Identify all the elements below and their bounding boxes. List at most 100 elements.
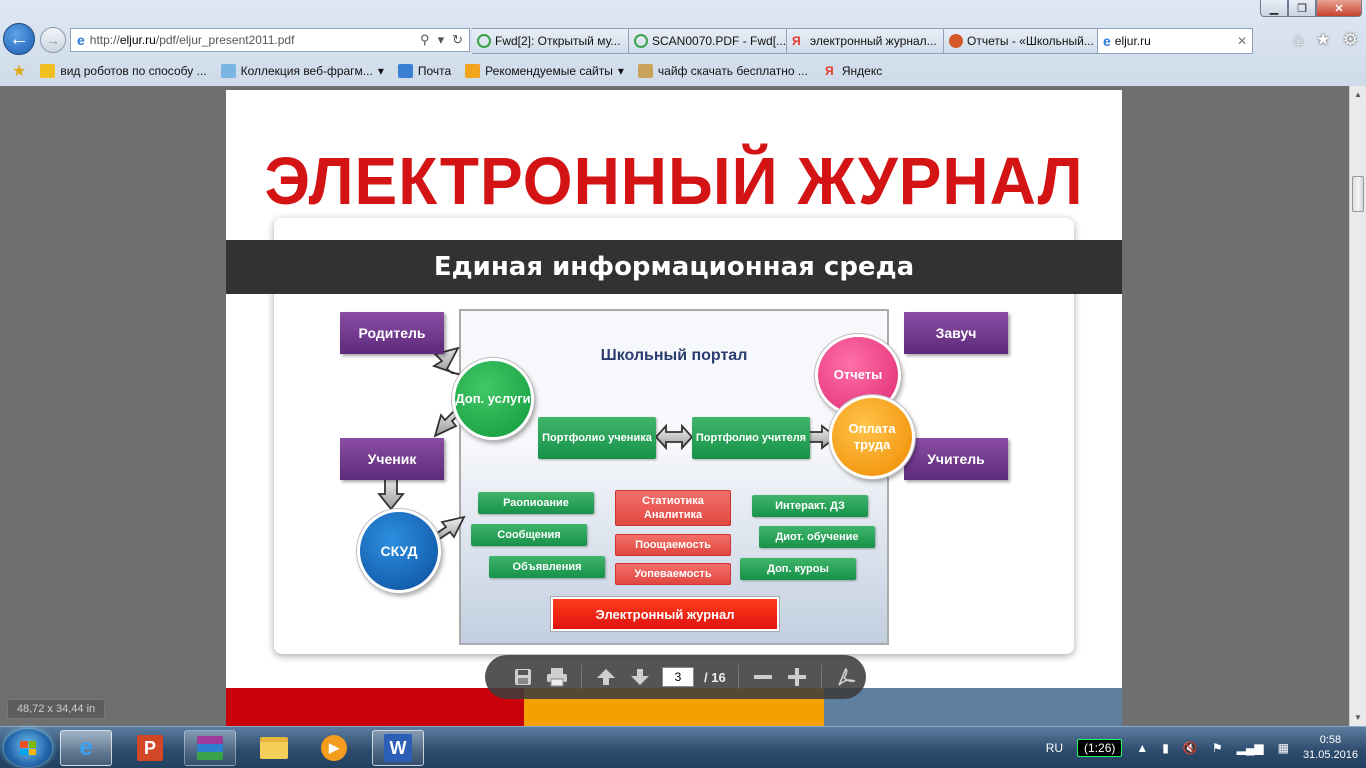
tab-fwd-open[interactable]: Fwd[2]: Открытый му... [472,28,629,54]
folder-icon [260,737,288,759]
clock[interactable]: 0:58 31.05.2016 [1303,733,1358,763]
web-slice-icon [220,64,236,78]
internet-explorer-icon: e [79,734,93,761]
start-button[interactable] [4,729,52,767]
tab-label: электронный журнал... [810,34,937,48]
address-icons: ⚲ ▾ ↻ [420,32,463,48]
fav-item-suggested[interactable]: Рекомендуемые сайты ▾ [465,64,624,78]
restore-button[interactable]: ❐ [1288,0,1316,17]
acrobat-icon[interactable] [834,665,858,689]
winrar-icon [197,736,223,760]
save-icon[interactable] [511,665,535,689]
address-url: http://eljur.ru/pdf/eljur_present2011.pd… [90,33,295,47]
fav-item-mail[interactable]: Почта [397,64,452,78]
bookmark-icon [637,64,653,78]
taskbar: e P ▶ W RU (1:26) ▲ ▮ 🔇 ⚑ ▂▄▆ ▦ 0:58 31.… [0,726,1366,768]
fav-item-chaif[interactable]: чайф скачать бесплатно ... [637,64,808,78]
search-icon[interactable]: ⚲ [420,32,430,48]
tab-eljur-search[interactable]: Я электронный журнал... [787,28,944,54]
tab-strip: Fwd[2]: Открытый му... SCAN0070.PDF - Fw… [472,28,1253,54]
word-icon: W [384,734,412,762]
fav-item-robots[interactable]: вид роботов по способу ... [40,64,207,78]
slide-banner: Единая информационная среда [226,240,1122,294]
taskbar-ie-button[interactable]: e [60,730,112,766]
fav-label: Яндекс [841,64,883,78]
page-number-input[interactable]: 3 [662,667,694,687]
fav-label: вид роботов по способу ... [60,64,207,78]
item-interactive-hw: Интеракт. ДЗ [752,495,868,517]
zoom-out-icon[interactable] [751,665,775,689]
address-bar[interactable]: e http://eljur.ru/pdf/eljur_present2011.… [70,28,470,52]
circle-payment: Оплата труда [829,395,915,479]
circle-extra-services: Доп. услуги [452,358,534,440]
dropdown-icon[interactable]: ▾ [438,32,445,48]
refresh-icon[interactable]: ↻ [452,32,463,48]
add-favorites-icon[interactable]: ★ [12,61,26,81]
tab-scan-pdf[interactable]: SCAN0070.PDF - Fwd[... [629,28,787,54]
page-dimensions-readout: 48,72 x 34,44 in [7,699,105,719]
item-electronic-journal: Электронный журнал [551,597,779,631]
previous-page-icon[interactable] [594,665,618,689]
scroll-down-icon[interactable]: ▼ [1350,709,1366,726]
vertical-scrollbar[interactable]: ▲ ▼ [1349,86,1366,726]
forward-button[interactable]: → [40,27,66,53]
portfolio-teacher: Портфолио учителя [692,417,810,459]
role-teacher: Учитель [904,438,1008,480]
toolbar-separator [737,665,739,689]
item-performance: Уопеваемость [615,563,731,585]
action-center-flag-icon[interactable]: ⚑ [1212,741,1223,755]
item-attendance: Поощаемость [615,534,731,556]
print-icon[interactable] [545,665,569,689]
bing-icon [465,64,481,78]
clock-time: 0:58 [1319,734,1342,746]
mail-favicon-icon [634,34,648,48]
fav-item-yandex[interactable]: Я Яндекс [822,64,882,78]
monitor-icon[interactable]: ▦ [1278,741,1289,755]
favorites-bar: ★ вид роботов по способу ... Коллекция в… [0,58,1366,84]
network-signal-icon[interactable]: ▂▄▆ [1237,741,1264,755]
fav-label: Почта [417,64,452,78]
close-window-button[interactable]: ✕ [1316,0,1362,17]
pdf-toolbar: 3 / 16 [485,655,866,699]
taskbar-explorer-button[interactable] [248,730,300,766]
scroll-up-icon[interactable]: ▲ [1350,86,1366,103]
ie-page-icon: e [1103,33,1111,49]
battery-icon[interactable]: ▮ [1162,741,1169,755]
volume-muted-icon[interactable]: 🔇 [1183,741,1198,755]
dropdown-icon: ▾ [377,64,384,78]
yandex-icon: Я [792,34,801,48]
taskbar-winrar-button[interactable] [184,730,236,766]
minimize-button[interactable]: ▁ [1260,0,1288,17]
fav-item-webslice[interactable]: Коллекция веб-фрагм... ▾ [220,64,384,78]
item-schedule: Раопиоание [478,492,594,514]
role-head-teacher: Завуч [904,312,1008,354]
scroll-thumb[interactable] [1352,176,1364,212]
mail-icon [397,64,413,78]
back-button[interactable]: ← [3,23,35,55]
zoom-in-icon[interactable] [785,665,809,689]
item-distance-learning: Диот. обучение [759,526,875,548]
pdf-viewport[interactable]: ЭЛЕКТРОННЫЙ ЖУРНАЛ Единая информационная… [0,86,1349,726]
show-hidden-icons-icon[interactable]: ▲ [1136,741,1148,755]
tab-label: Fwd[2]: Открытый му... [495,34,621,48]
media-player-icon: ▶ [321,735,347,761]
favorites-star-icon[interactable]: ★ [1316,30,1331,50]
clock-date: 31.05.2016 [1302,749,1358,761]
next-page-icon[interactable] [628,665,652,689]
role-student: Ученик [340,438,444,480]
close-tab-icon[interactable]: ✕ [1237,34,1247,48]
taskbar-powerpoint-button[interactable]: P [124,730,176,766]
role-parent: Родитель [340,312,444,354]
home-icon[interactable]: ⌂ [1293,30,1303,50]
powerpoint-icon: P [137,735,163,761]
battery-timer[interactable]: (1:26) [1077,739,1123,757]
gear-icon[interactable]: ⚙ [1343,30,1358,50]
folder-image-icon [40,64,56,78]
tab-eljur[interactable]: e eljur.ru ✕ [1098,28,1253,54]
language-indicator[interactable]: RU [1046,741,1063,755]
taskbar-media-player-button[interactable]: ▶ [308,730,360,766]
slide-title: ЭЛЕКТРОННЫЙ ЖУРНАЛ [264,143,1084,219]
taskbar-word-button[interactable]: W [372,730,424,766]
tab-reports[interactable]: Отчеты - «Школьный... [944,28,1098,54]
system-tray: RU (1:26) ▲ ▮ 🔇 ⚑ ▂▄▆ ▦ 0:58 31.05.2016 [1046,727,1358,768]
